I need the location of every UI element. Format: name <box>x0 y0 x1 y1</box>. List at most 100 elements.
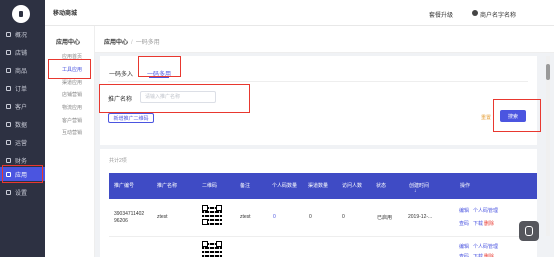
qrcode-corner <box>216 205 222 211</box>
sidebar-item-label: 运营 <box>15 140 28 147</box>
qrcode-corner <box>202 205 208 211</box>
user-menu[interactable]: 商户名字名称 <box>480 10 516 19</box>
table-header: 推广编号 推广名称 二维码 备注 个人码数量 渠道数量 访问人数 状态 创建时间… <box>109 173 537 199</box>
download-link[interactable]: 下载 <box>473 253 483 257</box>
qrcode-corner <box>216 241 222 247</box>
submenu-item-interactive[interactable]: 互动营销 <box>62 129 82 136</box>
breadcrumb-parent[interactable]: 应用中心 <box>104 40 128 46</box>
header-cell-name: 推广名称 <box>157 183 178 189</box>
main-sidebar: 概况 店铺 商品 订单 客户 数据 运营 财务 应用 设置 <box>0 0 45 257</box>
order-icon <box>6 85 11 91</box>
search-button[interactable]: 搜索 <box>500 110 526 122</box>
submenu-item-channel[interactable]: 渠道应用 <box>62 79 82 86</box>
sidebar-item-apps[interactable]: 应用 <box>0 167 45 181</box>
submenu-title: 应用中心 <box>56 40 81 46</box>
download-link[interactable]: 下载 <box>473 220 483 227</box>
home-icon <box>6 31 11 37</box>
sidebar-item-orders[interactable]: 订单 <box>0 81 45 95</box>
tab-multi-entry[interactable]: 一码多入 <box>109 69 133 78</box>
qrcode-image[interactable] <box>202 205 222 225</box>
edit-link[interactable]: 编辑 <box>459 243 469 250</box>
sidebar-item-label: 客户 <box>15 104 28 111</box>
sidebar-item-overview[interactable]: 概况 <box>0 27 45 41</box>
shop-icon <box>6 49 11 55</box>
cell-created: 2019-12-... <box>408 214 433 220</box>
submenu-item-tools[interactable]: 工具应用 <box>62 66 82 73</box>
cell-status: 已启用 <box>377 215 393 221</box>
sidebar-item-label: 设置 <box>15 190 28 197</box>
scrollbar-thumb[interactable] <box>546 64 550 80</box>
edit-link[interactable]: 编辑 <box>459 207 469 214</box>
breadcrumb-current: 一码多用 <box>135 40 160 46</box>
operate-icon <box>6 139 11 145</box>
cell-promo-name: ztest <box>157 214 168 220</box>
logo[interactable] <box>12 5 30 23</box>
header-cell-actions: 操作 <box>460 183 471 189</box>
submenu-item-app-home[interactable]: 应用首页 <box>62 53 82 60</box>
submenu-item-logistics[interactable]: 物流应用 <box>62 104 82 111</box>
header-cell-created[interactable]: 创建时间 <box>409 182 429 189</box>
promo-table-panel: 共计2项 推广编号 推广名称 二维码 备注 个人码数量 渠道数量 访问人数 状态… <box>100 149 537 257</box>
header-cell-personal-codes: 个人码数量 <box>272 183 298 189</box>
sidebar-item-label: 店铺 <box>15 50 28 57</box>
qrcode-image[interactable] <box>202 241 222 257</box>
header-cell-id: 推广编号 <box>114 183 135 189</box>
qrcode-corner <box>202 219 208 225</box>
package-upgrade-link[interactable]: 套餐升级 <box>429 10 453 19</box>
gear-icon <box>6 189 11 195</box>
headset-icon <box>525 226 533 236</box>
delete-link[interactable]: 删除 <box>484 253 494 257</box>
header-cell-qrcode: 二维码 <box>202 183 218 189</box>
cell-personal-codes[interactable]: 0 <box>273 214 276 220</box>
view-code-link[interactable]: 查码 <box>459 253 469 257</box>
app-icon <box>6 171 11 177</box>
sidebar-item-goods[interactable]: 商品 <box>0 63 45 77</box>
cell-channels: 0 <box>309 214 312 220</box>
total-count: 共计2项 <box>109 158 127 164</box>
scrollbar-track[interactable] <box>546 56 550 236</box>
sidebar-item-finance[interactable]: 财务 <box>0 153 45 167</box>
breadcrumb-separator: / <box>131 40 133 46</box>
reset-button[interactable]: 重置 <box>481 114 491 121</box>
top-bar: 移动商城 套餐升级 商户名字名称 <box>45 0 554 26</box>
filter-panel: 一码多入 一码多用 推广名称 新增推广二维码 重置 搜索 <box>100 56 537 145</box>
promo-name-input[interactable] <box>140 91 216 103</box>
cell-remark: ztest <box>240 214 251 220</box>
sort-arrow-icon[interactable]: ↓ <box>414 188 417 194</box>
view-code-link[interactable]: 查码 <box>459 220 469 227</box>
cell-visitors: 0 <box>342 214 345 220</box>
chart-icon <box>6 121 11 127</box>
row-divider <box>109 236 537 237</box>
sidebar-item-label: 概况 <box>15 32 28 39</box>
header-cell-channels: 渠道数量 <box>308 183 329 189</box>
breadcrumb: 应用中心 / 一码多用 <box>104 37 160 46</box>
promo-name-label: 推广名称 <box>108 97 133 103</box>
submenu-item-customer-marketing[interactable]: 客户营销 <box>62 117 82 124</box>
sidebar-item-label: 商品 <box>15 68 28 75</box>
sidebar-item-label: 订单 <box>15 86 28 93</box>
header-cell-status: 状态 <box>376 183 387 189</box>
add-promo-qrcode-button[interactable]: 新增推广二维码 <box>108 113 154 123</box>
app: 概况 店铺 商品 订单 客户 数据 运营 财务 应用 设置 移动商城 套餐升级 … <box>0 0 554 257</box>
cell-promo-id: 39034711402 <box>114 211 145 217</box>
sidebar-item-label: 数据 <box>15 122 28 129</box>
header-cell-visitors: 访问人数 <box>342 183 363 189</box>
floating-help-button[interactable] <box>519 221 539 241</box>
submenu-item-shop-marketing[interactable]: 店铺营销 <box>62 91 82 98</box>
sidebar-item-data[interactable]: 数据 <box>0 117 45 131</box>
personal-code-manage-link[interactable]: 个人码管理 <box>473 207 498 214</box>
tab-divider <box>108 81 528 82</box>
customer-icon <box>6 103 11 109</box>
personal-code-manage-link[interactable]: 个人码管理 <box>473 243 498 250</box>
sidebar-item-customers[interactable]: 客户 <box>0 99 45 113</box>
shop-name: 移动商城 <box>53 11 78 17</box>
sidebar-item-operation[interactable]: 运营 <box>0 135 45 149</box>
breadcrumb-bar: 应用中心 / 一码多用 <box>95 26 554 53</box>
app-submenu: 应用中心 应用首页 工具应用 渠道应用 店铺营销 物流应用 客户营销 互动营销 <box>45 26 95 257</box>
sidebar-item-settings[interactable]: 设置 <box>0 185 45 199</box>
active-tab-underline <box>149 77 169 78</box>
delete-link[interactable]: 删除 <box>484 220 494 227</box>
sidebar-item-shop[interactable]: 店铺 <box>0 45 45 59</box>
user-avatar-icon <box>472 10 478 16</box>
qrcode-corner <box>202 241 208 247</box>
